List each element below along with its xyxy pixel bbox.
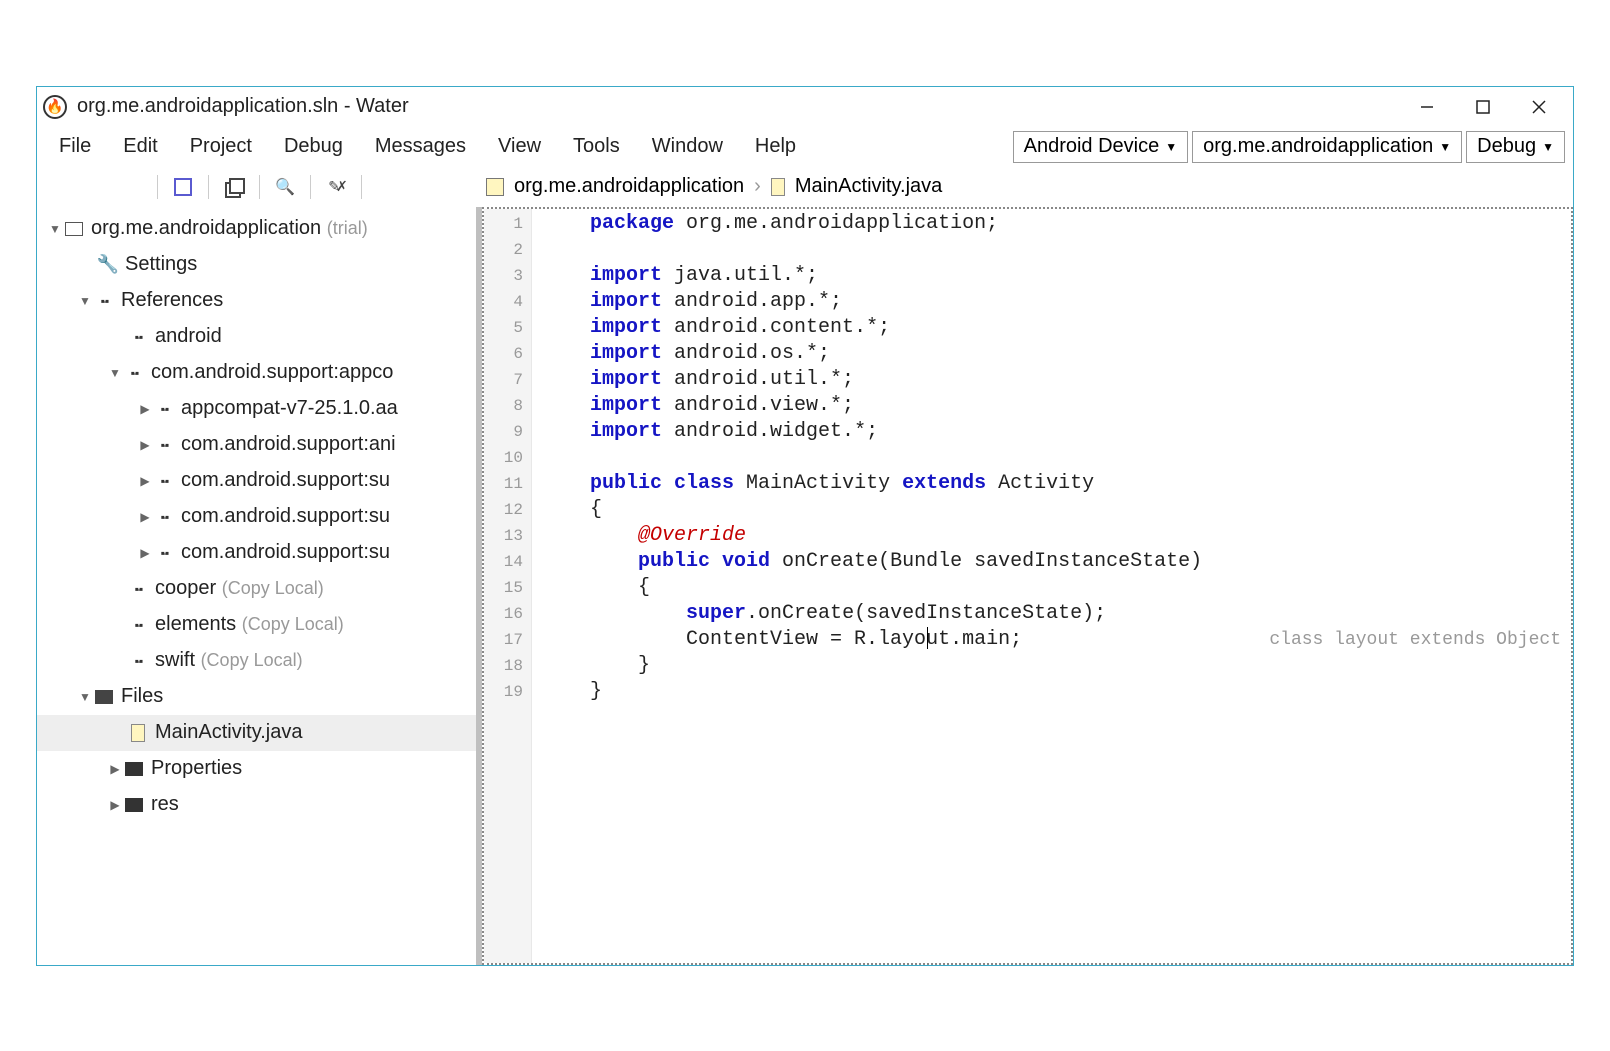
folder-icon (93, 690, 115, 704)
menu-messages[interactable]: Messages (361, 131, 480, 162)
code-line[interactable]: { (542, 497, 1571, 523)
tree-file-mainactivity[interactable]: MainActivity.java (37, 715, 476, 751)
menu-project[interactable]: Project (176, 131, 266, 162)
breadcrumb-project[interactable]: org.me.androidapplication (514, 175, 744, 198)
code-line[interactable]: } (542, 653, 1571, 679)
code-line[interactable]: } (542, 679, 1571, 705)
copy-button[interactable] (219, 172, 249, 202)
tree-ref-child[interactable]: ▶com.android.support:su (37, 463, 476, 499)
menu-edit[interactable]: Edit (109, 131, 171, 162)
tree-ref-swift[interactable]: swift (Copy Local) (37, 643, 476, 679)
window-title: org.me.androidapplication.sln - Water (77, 95, 409, 118)
inline-hint: class layout extends Object (1269, 627, 1561, 653)
code-line[interactable]: import android.view.*; (542, 393, 1571, 419)
app-icon: 🔥 (43, 95, 67, 119)
breadcrumb: org.me.androidapplication › MainActivity… (482, 175, 1573, 198)
code-line[interactable]: super.onCreate(savedInstanceState); (542, 601, 1571, 627)
menu-view[interactable]: View (484, 131, 555, 162)
menu-help[interactable]: Help (741, 131, 810, 162)
wrench-icon: 🔧 (97, 254, 119, 275)
tree-ref-cooper[interactable]: cooper (Copy Local) (37, 571, 476, 607)
app-window: 🔥 org.me.androidapplication.sln - Water … (36, 86, 1574, 966)
code-line[interactable]: import android.os.*; (542, 341, 1571, 367)
tree-ref-appcompat[interactable]: ▼com.android.support:appco (37, 355, 476, 391)
code-line[interactable]: import android.app.*; (542, 289, 1571, 315)
code-line[interactable]: { (542, 575, 1571, 601)
project-dropdown[interactable]: org.me.androidapplication▼ (1192, 131, 1462, 163)
close-button[interactable] (1511, 89, 1567, 125)
maximize-button[interactable] (1455, 89, 1511, 125)
breadcrumb-file[interactable]: MainActivity.java (795, 175, 942, 198)
tree-folder-res[interactable]: ▶res (37, 787, 476, 823)
code-line[interactable]: ContentView = R.layout.main;class layout… (542, 627, 1571, 653)
config-dropdown[interactable]: Debug▼ (1466, 131, 1565, 163)
code-editor[interactable]: 12345678910111213141516171819 package or… (484, 209, 1571, 963)
code-line[interactable]: import android.util.*; (542, 367, 1571, 393)
menu-debug[interactable]: Debug (270, 131, 357, 162)
menu-bar: File Edit Project Debug Messages View To… (37, 127, 1573, 167)
code-line[interactable]: package org.me.androidapplication; (542, 211, 1571, 237)
tree-root[interactable]: ▼ org.me.androidapplication (trial) (37, 211, 476, 247)
tree-folder-properties[interactable]: ▶Properties (37, 751, 476, 787)
tree-ref-child[interactable]: ▶com.android.support:su (37, 535, 476, 571)
code-line[interactable]: import java.util.*; (542, 263, 1571, 289)
stop-button[interactable] (168, 172, 198, 202)
tree-settings[interactable]: 🔧 Settings (37, 247, 476, 283)
code-line[interactable]: @Override (542, 523, 1571, 549)
menu-file[interactable]: File (45, 131, 105, 162)
device-dropdown[interactable]: Android Device▼ (1013, 131, 1189, 163)
window-controls (1399, 89, 1567, 125)
squiggle-button[interactable] (321, 172, 351, 202)
code-line[interactable]: import android.content.*; (542, 315, 1571, 341)
code-line[interactable] (542, 237, 1571, 263)
reference-icon (93, 294, 115, 308)
tree-ref-child[interactable]: ▶com.android.support:su (37, 499, 476, 535)
code-line[interactable]: import android.widget.*; (542, 419, 1571, 445)
search-button[interactable] (270, 172, 300, 202)
menu-tools[interactable]: Tools (559, 131, 634, 162)
tree-ref-child[interactable]: ▶com.android.support:ani (37, 427, 476, 463)
code-line[interactable]: public void onCreate(Bundle savedInstanc… (542, 549, 1571, 575)
code-line[interactable] (542, 445, 1571, 471)
tree-files[interactable]: ▼ Files (37, 679, 476, 715)
code-line[interactable]: public class MainActivity extends Activi… (542, 471, 1571, 497)
line-gutter: 12345678910111213141516171819 (484, 209, 532, 963)
file-icon (771, 178, 785, 196)
project-tree[interactable]: ▼ org.me.androidapplication (trial) 🔧 Se… (37, 207, 482, 965)
minimize-button[interactable] (1399, 89, 1455, 125)
menu-window[interactable]: Window (638, 131, 737, 162)
chevron-right-icon: › (754, 175, 761, 198)
toolbar: org.me.androidapplication › MainActivity… (37, 167, 1573, 207)
text-caret (927, 627, 928, 649)
project-icon (486, 178, 504, 196)
title-bar: 🔥 org.me.androidapplication.sln - Water (37, 87, 1573, 127)
tree-ref-elements[interactable]: elements (Copy Local) (37, 607, 476, 643)
tree-references[interactable]: ▼ References (37, 283, 476, 319)
tree-ref-child[interactable]: ▶appcompat-v7-25.1.0.aa (37, 391, 476, 427)
tree-ref-android[interactable]: android (37, 319, 476, 355)
